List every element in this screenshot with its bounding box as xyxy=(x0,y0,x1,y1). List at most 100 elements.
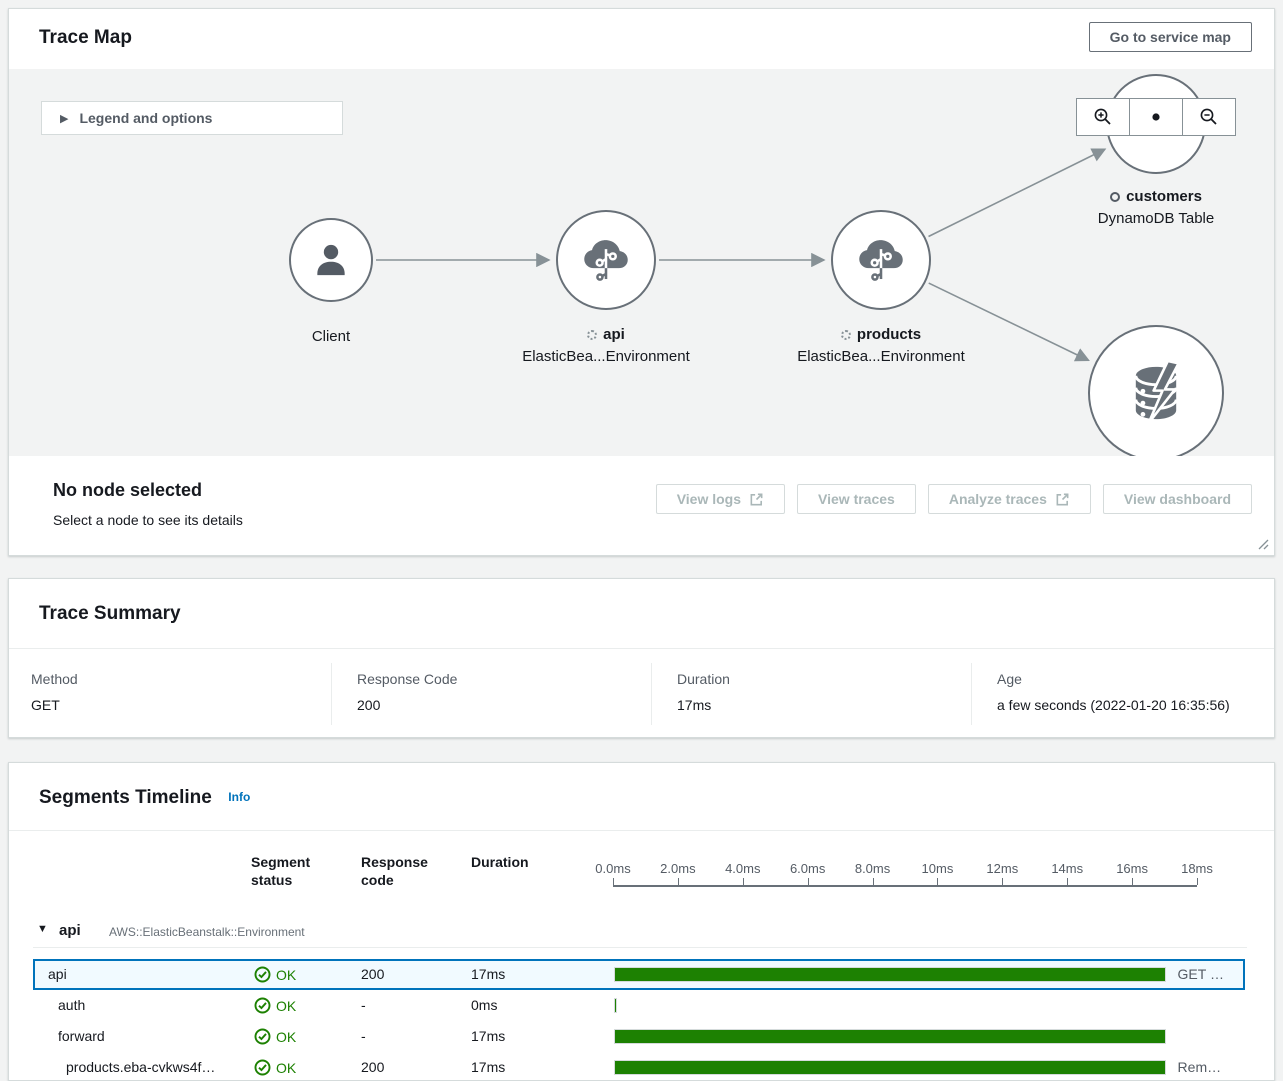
segment-group-name: api xyxy=(59,922,81,939)
view-logs-button[interactable]: View logs xyxy=(656,484,785,514)
elastic-beanstalk-icon xyxy=(852,231,910,289)
view-dashboard-button[interactable]: View dashboard xyxy=(1103,484,1252,514)
segment-response-code: - xyxy=(361,997,366,1013)
summary-field-label: Age xyxy=(997,671,1274,687)
segment-name: auth xyxy=(58,997,85,1013)
node-name: Client xyxy=(201,328,461,345)
expand-triangle-icon: ▶ xyxy=(60,112,68,125)
ok-status-icon xyxy=(254,997,271,1014)
node-circle-api[interactable] xyxy=(556,210,656,310)
collapse-triangle-icon[interactable]: ▼ xyxy=(37,923,48,935)
node-type-text: ElasticBea...Environment xyxy=(751,348,1011,365)
segment-status-text: OK xyxy=(276,967,296,983)
node-name: customers xyxy=(1026,188,1274,205)
trace-map-node-dynamodb[interactable] xyxy=(1088,325,1224,456)
panel-resize-handle[interactable] xyxy=(1256,537,1270,551)
analyze-traces-button[interactable]: Analyze traces xyxy=(928,484,1091,514)
axis-tick-mark xyxy=(1132,878,1133,885)
zoom-out-icon xyxy=(1199,107,1219,127)
segment-response-code: 200 xyxy=(361,1059,384,1075)
external-link-icon xyxy=(1055,492,1070,507)
segment-status: OK xyxy=(254,997,296,1014)
ok-status-icon xyxy=(254,966,271,983)
segment-row-products-eba-cvkws4f-[interactable]: products.eba-cvkws4f…OK20017msRem… xyxy=(33,1052,1245,1081)
segment-rows: apiOK20017msGET …authOK-0msforwardOK-17m… xyxy=(33,959,1245,1081)
trace-map-panel: Trace Map Go to service map ClientapiEla… xyxy=(8,8,1275,556)
summary-field-value: a few seconds (2022-01-20 16:35:56) xyxy=(997,697,1274,713)
zoom-controls xyxy=(1076,98,1236,136)
go-to-service-map-button[interactable]: Go to service map xyxy=(1089,22,1252,52)
node-circle-client[interactable] xyxy=(289,218,373,302)
summary-field-method: MethodGET xyxy=(9,663,331,725)
summary-field-label: Method xyxy=(31,671,331,687)
segment-row-api[interactable]: apiOK20017msGET … xyxy=(33,959,1245,990)
button-label: View traces xyxy=(818,491,895,507)
axis-tick-mark xyxy=(613,878,614,885)
node-detail-buttons: View logs View traces Analyze traces View d… xyxy=(656,484,1252,514)
dynamodb-icon xyxy=(1118,355,1194,431)
trace-summary-fields: MethodGETResponse Code200Duration17msAge… xyxy=(9,663,1274,725)
segment-name: api xyxy=(48,966,67,982)
segment-row-auth[interactable]: auth OK - 0ms xyxy=(33,990,1245,1021)
segment-duration-bar[interactable] xyxy=(614,1029,1166,1044)
recenter-dot-icon xyxy=(1146,107,1166,127)
segment-name: forward xyxy=(58,1028,105,1044)
external-link-icon xyxy=(749,492,764,507)
legend-and-options-toggle[interactable]: ▶ Legend and options xyxy=(41,101,343,135)
segments-timeline-title: Segments Timeline xyxy=(39,787,212,809)
node-name-text: Client xyxy=(312,328,350,345)
timeline-axis-line xyxy=(613,885,1197,887)
segment-status: OK xyxy=(254,966,296,983)
axis-tick-label: 0.0ms xyxy=(581,861,645,876)
axis-tick-label: 6.0ms xyxy=(776,861,840,876)
segment-duration-bar[interactable] xyxy=(614,998,617,1013)
axis-tick-mark xyxy=(1067,878,1068,885)
axis-tick-mark xyxy=(1002,878,1003,885)
no-node-selected-title: No node selected xyxy=(53,480,202,501)
segments-table-header: Segment statusResponse codeDuration0.0ms… xyxy=(9,831,1274,916)
segment-duration: 0ms xyxy=(471,997,497,1013)
trace-summary-title: Trace Summary xyxy=(39,603,181,625)
trace-map-canvas[interactable]: ClientapiElasticBea...Environmentproduct… xyxy=(9,69,1274,456)
trace-summary-panel: Trace Summary MethodGETResponse Code200D… xyxy=(8,578,1275,738)
view-traces-button[interactable]: View traces xyxy=(797,484,916,514)
zoom-in-button[interactable] xyxy=(1076,98,1130,136)
summary-field-age: Age a few seconds (2022-01-20 16:35:56) xyxy=(971,663,1274,725)
segment-duration-bar[interactable] xyxy=(614,967,1166,982)
segment-status: OK xyxy=(254,1028,296,1045)
trace-map-node-client[interactable]: Client xyxy=(289,218,373,302)
recenter-button[interactable] xyxy=(1129,98,1183,136)
node-details-strip: No node selected Select a node to see it… xyxy=(9,456,1274,555)
segment-group-type: AWS::ElasticBeanstalk::Environment xyxy=(109,925,305,939)
trace-map-node-products[interactable]: productsElasticBea...Environment xyxy=(831,210,931,310)
axis-tick-label: 14ms xyxy=(1035,861,1099,876)
node-label-api: apiElasticBea...Environment xyxy=(476,326,736,365)
button-label: Analyze traces xyxy=(949,491,1047,507)
zoom-out-button[interactable] xyxy=(1182,98,1236,136)
segment-duration-bar[interactable] xyxy=(614,1060,1166,1075)
trace-map-title: Trace Map xyxy=(39,27,132,49)
segment-status-text: OK xyxy=(276,998,296,1014)
info-link[interactable]: Info xyxy=(228,790,250,804)
axis-tick-mark xyxy=(678,878,679,885)
segment-duration: 17ms xyxy=(471,966,505,982)
segment-status: OK xyxy=(254,1059,296,1076)
button-label: View logs xyxy=(677,491,741,507)
column-header-response-code: Response code xyxy=(361,853,453,889)
axis-tick-mark xyxy=(937,878,938,885)
segment-duration: 17ms xyxy=(471,1028,505,1044)
segment-group-row: ▼ api AWS::ElasticBeanstalk::Environment xyxy=(33,916,1247,948)
segment-row-forward[interactable]: forwardOK-17ms xyxy=(33,1021,1245,1052)
axis-tick-mark xyxy=(743,878,744,885)
node-circle-dynamodb[interactable] xyxy=(1088,325,1224,456)
axis-tick-label: 12ms xyxy=(970,861,1034,876)
node-name: api xyxy=(476,326,736,343)
node-label-customers: customersDynamoDB Table xyxy=(1026,188,1274,227)
node-name-text: api xyxy=(603,326,625,343)
trace-map-node-api[interactable]: apiElasticBea...Environment xyxy=(556,210,656,310)
axis-tick-label: 4.0ms xyxy=(711,861,775,876)
zoom-in-icon xyxy=(1093,107,1113,127)
node-circle-products[interactable] xyxy=(831,210,931,310)
node-status-indicator-icon xyxy=(1110,192,1120,202)
axis-tick-label: 8.0ms xyxy=(841,861,905,876)
